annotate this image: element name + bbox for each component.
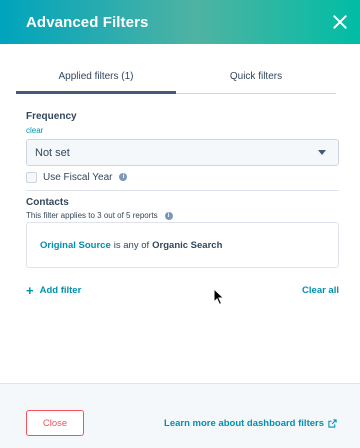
tab-quick-filters[interactable]: Quick filters bbox=[176, 62, 336, 93]
frequency-clear-link[interactable]: clear bbox=[26, 126, 43, 135]
fiscal-year-label: Use Fiscal Year bbox=[43, 171, 113, 183]
fiscal-year-info-icon[interactable]: i bbox=[119, 173, 128, 181]
fiscal-year-checkbox[interactable] bbox=[26, 171, 37, 183]
learn-more-label: Learn more about dashboard filters bbox=[164, 418, 324, 429]
tab-bar: Applied filters (1) Quick filters bbox=[16, 62, 336, 94]
external-link-icon bbox=[328, 419, 337, 428]
frequency-label: Frequency bbox=[26, 111, 77, 122]
clear-all-button[interactable]: Clear all bbox=[302, 285, 339, 296]
modal-footer: Close Learn more about dashboard filters bbox=[0, 383, 360, 448]
fiscal-year-row: Use Fiscal Year i bbox=[26, 170, 128, 184]
contacts-info-icon[interactable]: i bbox=[164, 211, 173, 220]
caret-down-icon bbox=[318, 150, 326, 155]
learn-more-link[interactable]: Learn more about dashboard filters bbox=[164, 418, 337, 429]
contacts-applies-text: This filter applies to 3 out of 5 report… bbox=[26, 211, 158, 220]
mouse-cursor-icon bbox=[213, 288, 225, 306]
modal-header: Advanced Filters bbox=[0, 0, 360, 44]
close-icon[interactable] bbox=[330, 12, 350, 32]
modal-title: Advanced Filters bbox=[26, 13, 149, 31]
add-filter-button[interactable]: + Add filter bbox=[26, 284, 81, 297]
filter-operator: is any of bbox=[113, 239, 150, 251]
filter-property[interactable]: Original Source bbox=[40, 240, 111, 251]
frequency-select-value: Not set bbox=[35, 146, 70, 159]
section-divider bbox=[26, 190, 339, 191]
contacts-label: Contacts bbox=[26, 197, 69, 208]
filter-card[interactable]: Original Source is any of Organic Search bbox=[26, 222, 339, 268]
frequency-select[interactable]: Not set bbox=[26, 139, 339, 166]
close-button[interactable]: Close bbox=[26, 410, 84, 436]
filter-value: Organic Search bbox=[152, 239, 223, 251]
tab-applied-filters[interactable]: Applied filters (1) bbox=[16, 62, 176, 94]
add-filter-label: Add filter bbox=[39, 285, 82, 296]
plus-icon: + bbox=[26, 283, 34, 298]
contacts-applies-note: This filter applies to 3 out of 5 report… bbox=[26, 211, 173, 220]
